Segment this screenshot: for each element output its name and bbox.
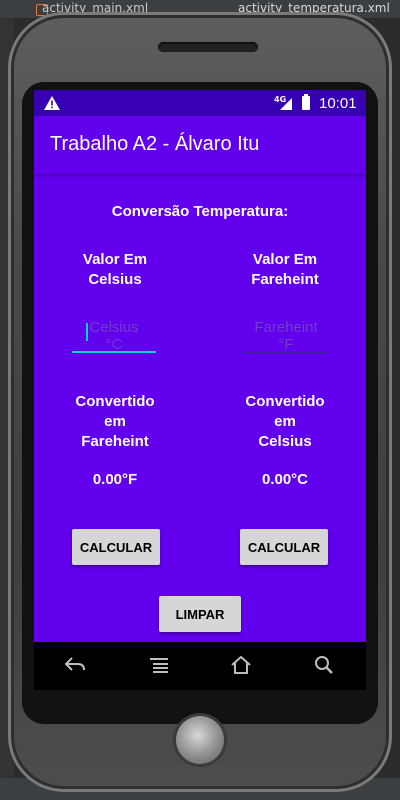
celsius-label: Valor Em Celsius <box>50 250 180 290</box>
fahrenheit-input-unit: °F <box>278 336 294 353</box>
warning-icon <box>44 96 60 110</box>
app-title: Trabalho A2 - Álvaro Itu <box>50 133 260 155</box>
calcular-celsius-button[interactable]: CALCULAR <box>72 529 160 565</box>
app-bar: Trabalho A2 - Álvaro Itu <box>34 116 366 174</box>
converted-fahrenheit-line3: Fareheint <box>81 433 149 450</box>
fahrenheit-input-placeholder: Fareheint <box>254 319 318 336</box>
fahrenheit-label: Valor Em Fareheint <box>220 250 350 290</box>
fahrenheit-label-line1: Valor Em <box>252 251 318 268</box>
celsius-label-line2: Celsius <box>88 271 142 288</box>
home-icon[interactable] <box>230 655 252 675</box>
text-caret <box>86 323 88 341</box>
signal-icon <box>280 98 292 110</box>
status-clock: 10:01 <box>319 95 357 112</box>
celsius-input-placeholder: Celsius <box>89 319 139 336</box>
converted-celsius-label: Convertido em Celsius <box>220 392 350 452</box>
fahrenheit-result-value: 0.00°F <box>92 471 138 488</box>
limpar-button[interactable]: LIMPAR <box>159 596 241 632</box>
device-screen: 4G 10:01 Trabalho A2 - Álvaro Itu Conver… <box>34 90 366 642</box>
converted-fahrenheit-line1: Convertido <box>75 393 155 410</box>
converted-celsius-line3: Celsius <box>258 433 312 450</box>
trackball-button[interactable] <box>176 716 224 764</box>
fahrenheit-label-line2: Fareheint <box>251 271 319 288</box>
android-nav-bar <box>34 642 366 690</box>
search-icon[interactable] <box>314 655 334 675</box>
converted-celsius-line1: Convertido <box>245 393 325 410</box>
menu-icon[interactable] <box>150 657 168 673</box>
back-icon[interactable] <box>64 656 86 674</box>
status-bar: 4G 10:01 <box>34 90 366 116</box>
converted-fahrenheit-label: Convertido em Fareheint <box>50 392 180 452</box>
fahrenheit-input-underline <box>244 352 328 353</box>
celsius-label-line1: Valor Em <box>82 251 148 268</box>
calcular-fahrenheit-button[interactable]: CALCULAR <box>240 529 328 565</box>
converted-celsius-line2: em <box>274 413 296 430</box>
battery-icon <box>302 94 310 110</box>
fahrenheit-input[interactable]: Fareheint °F <box>244 319 328 353</box>
conversion-heading: Conversão Temperatura: <box>111 203 289 220</box>
converted-fahrenheit-line2: em <box>104 413 126 430</box>
celsius-result-value: 0.00°C <box>261 471 309 488</box>
celsius-input[interactable]: Celsius °C <box>72 319 156 353</box>
phone-speaker <box>158 42 258 52</box>
celsius-input-underline <box>72 351 156 353</box>
